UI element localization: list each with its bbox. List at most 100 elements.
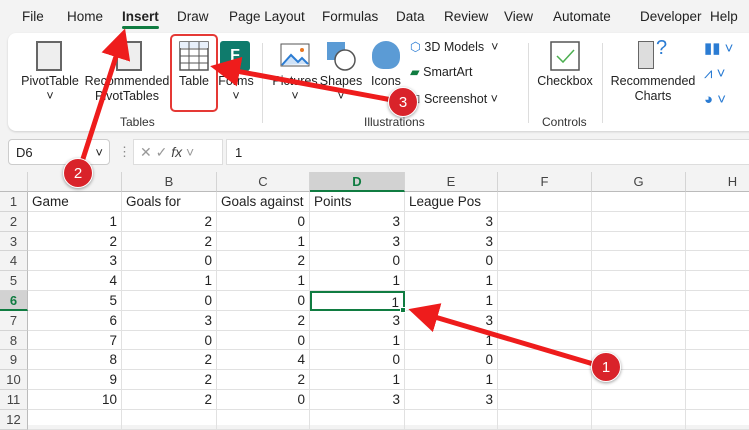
fill-handle[interactable] [400, 306, 406, 313]
cell[interactable]: Goals against [217, 192, 310, 212]
cell[interactable]: 1 [217, 231, 310, 252]
cell[interactable]: 1 [405, 271, 498, 291]
cell[interactable]: 2 [122, 370, 217, 390]
cell[interactable] [405, 409, 498, 430]
cell[interactable]: 6 [28, 310, 122, 331]
row-header[interactable]: 12 [0, 409, 28, 430]
cell[interactable] [498, 271, 592, 291]
recommended-charts-button[interactable]: Recommended Charts [608, 74, 698, 104]
recommended-pivottables-button[interactable]: Recommended PivotTables [82, 74, 172, 104]
row-header[interactable]: 8 [0, 330, 28, 351]
cell[interactable]: 9 [28, 370, 122, 390]
menu-tab-formulas[interactable]: Formulas [322, 9, 378, 24]
cell[interactable] [592, 251, 686, 272]
cell[interactable]: 2 [217, 251, 310, 272]
line-chart-icon[interactable]: ⩘ ˅ [704, 65, 725, 82]
cell[interactable] [686, 390, 749, 410]
cell[interactable] [592, 409, 686, 430]
cell[interactable]: 0 [217, 211, 310, 232]
row-header[interactable]: 7 [0, 310, 28, 331]
cell[interactable] [592, 231, 686, 252]
row-header[interactable]: 3 [0, 231, 28, 252]
cell[interactable] [28, 409, 122, 430]
screenshot-button[interactable]: ⊡ Screenshot ˅ [410, 92, 498, 107]
column-header-H[interactable]: H [686, 172, 749, 192]
cell[interactable] [686, 251, 749, 272]
cell[interactable]: 4 [28, 271, 122, 291]
cell[interactable] [498, 310, 592, 331]
column-header-D[interactable]: D [310, 172, 405, 192]
menu-tab-view[interactable]: View [504, 9, 533, 24]
cell[interactable] [592, 310, 686, 331]
cell[interactable]: 1 [405, 291, 498, 311]
cell[interactable] [498, 330, 592, 351]
cell[interactable] [310, 409, 405, 430]
cell[interactable]: 3 [310, 231, 405, 252]
cell[interactable]: 1 [28, 211, 122, 232]
cell[interactable]: Goals for [122, 192, 217, 212]
formula-input[interactable]: 1 [226, 139, 749, 165]
cell[interactable] [122, 409, 217, 430]
checkbox-button[interactable]: Checkbox [534, 74, 596, 89]
column-header-F[interactable]: F [498, 172, 592, 192]
cell[interactable]: 1 [405, 370, 498, 390]
menu-tab-file[interactable]: File [22, 9, 44, 24]
cell[interactable]: 1 [310, 370, 405, 390]
cell[interactable]: 3 [310, 310, 405, 331]
cell[interactable]: League Pos [405, 192, 498, 212]
cell[interactable]: 0 [310, 251, 405, 272]
cell[interactable] [686, 232, 749, 252]
cell[interactable] [217, 409, 310, 430]
cell[interactable]: 2 [122, 231, 217, 252]
row-header[interactable]: 2 [0, 211, 28, 232]
cell[interactable]: 3 [310, 390, 405, 410]
row-header[interactable]: 10 [0, 370, 28, 390]
cell[interactable]: 2 [217, 370, 310, 390]
cell[interactable]: 1 [405, 330, 498, 351]
cell[interactable] [686, 291, 749, 311]
cell[interactable]: Points [310, 192, 405, 212]
shapes-button[interactable]: Shapes ˅ [318, 74, 364, 104]
row-header[interactable]: 9 [0, 350, 28, 371]
cell[interactable] [498, 370, 592, 390]
cell[interactable]: 3 [405, 310, 498, 331]
table-button[interactable]: Table [172, 74, 216, 89]
pivottable-button[interactable]: PivotTable ˅ [20, 74, 80, 104]
row-header[interactable]: 11 [0, 390, 28, 410]
cell[interactable]: 0 [217, 291, 310, 311]
forms-button[interactable]: Forms ˅ [214, 74, 258, 104]
cell[interactable]: Game [28, 192, 122, 212]
cell[interactable] [686, 350, 749, 371]
cell[interactable]: 2 [122, 211, 217, 232]
cell[interactable]: 0 [122, 330, 217, 351]
cell[interactable]: 1 [310, 330, 405, 351]
cell[interactable] [498, 409, 592, 430]
cell[interactable]: 1 [310, 271, 405, 291]
cell[interactable]: 2 [122, 390, 217, 410]
cell[interactable]: 3 [310, 211, 405, 232]
column-header-G[interactable]: G [592, 172, 686, 192]
select-all-corner[interactable] [0, 172, 28, 192]
cell[interactable] [498, 291, 592, 311]
menu-tab-help[interactable]: Help [710, 9, 738, 24]
cell[interactable]: 3 [405, 390, 498, 410]
column-header-B[interactable]: B [122, 172, 217, 192]
cell[interactable]: 0 [405, 251, 498, 272]
row-header[interactable]: 6 [0, 291, 28, 311]
cell[interactable]: 3 [405, 211, 498, 232]
cell[interactable]: 0 [310, 350, 405, 371]
cell[interactable] [686, 271, 749, 291]
menu-tab-insert[interactable]: Insert [122, 9, 159, 29]
smartart-button[interactable]: ▰ SmartArt [410, 65, 472, 80]
cell[interactable]: 3 [28, 251, 122, 272]
cell[interactable]: 0 [405, 350, 498, 371]
menu-tab-review[interactable]: Review [444, 9, 488, 24]
cell[interactable] [498, 192, 592, 212]
cell[interactable] [498, 390, 592, 410]
cell[interactable] [686, 212, 749, 232]
cell[interactable]: 3 [405, 231, 498, 252]
row-header[interactable]: 1 [0, 192, 28, 212]
column-chart-icon[interactable]: ▮▮ ˅ [704, 39, 733, 57]
cell[interactable] [592, 211, 686, 232]
cell[interactable]: 4 [217, 350, 310, 371]
